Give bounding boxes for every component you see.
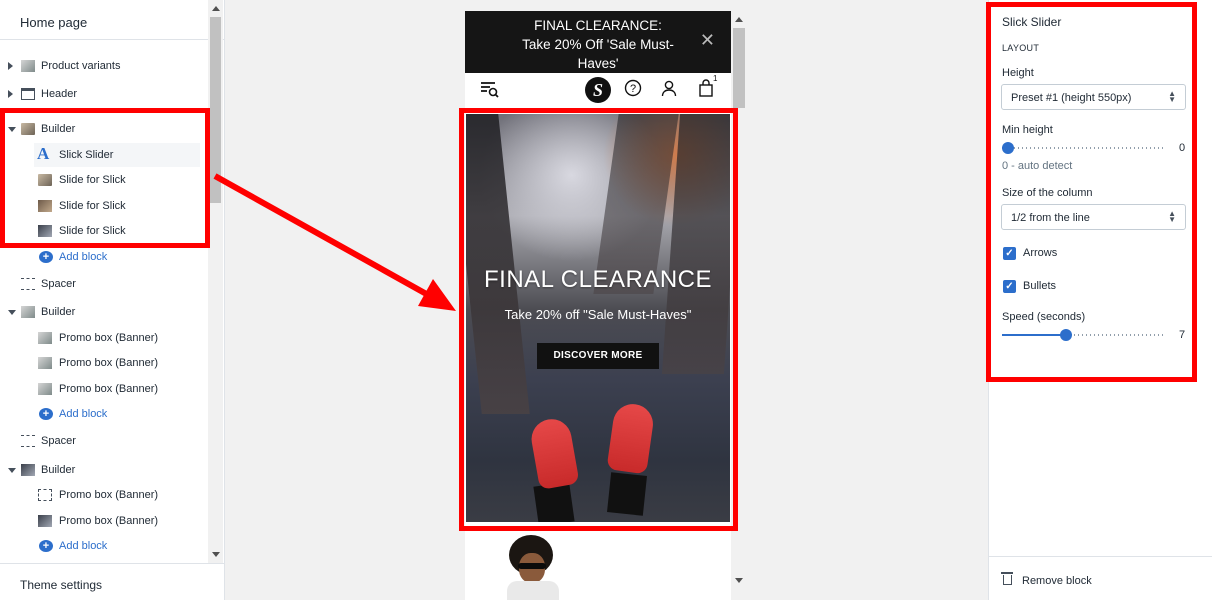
theme-editor: { "left": { "title": "Home page", "tree"… (0, 0, 1212, 600)
annotation-arrow (213, 173, 456, 311)
